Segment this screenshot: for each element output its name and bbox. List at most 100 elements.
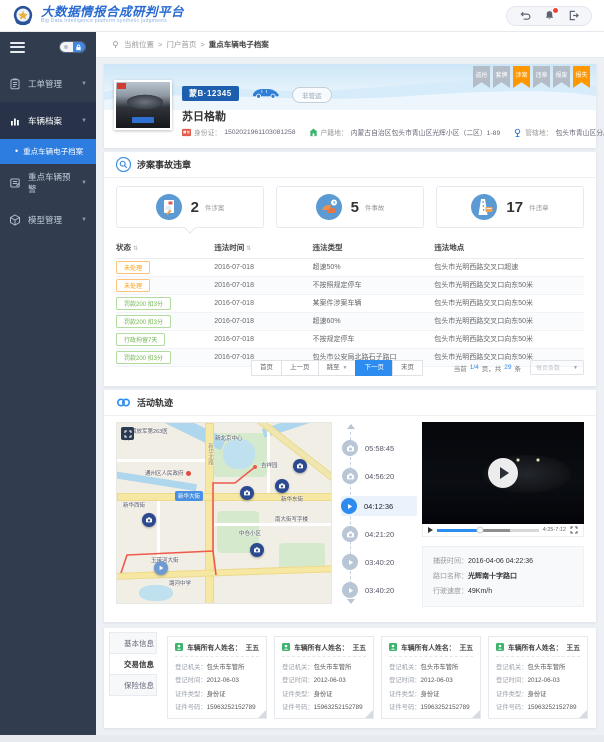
lock-toggle[interactable]: [59, 41, 86, 53]
capture-details: 捕获时间：2016-04-06 04:22:36 路口名称：光辉南十字路口 行驶…: [422, 546, 584, 607]
table-row[interactable]: 行政拘留7天 2016-07-018 不按规定停车 包头市光明西路交叉口向东50…: [116, 330, 584, 348]
page-first-button[interactable]: 首页: [251, 360, 282, 376]
undo-icon[interactable]: [519, 10, 531, 22]
breadcrumb-current: 重点车辆电子档案: [209, 39, 269, 50]
status-badge: 未处理: [116, 279, 150, 292]
cell-type: 某案件涉案车辆: [313, 294, 435, 312]
camera-marker[interactable]: [240, 486, 254, 500]
timeline-item[interactable]: 03:40:20: [342, 554, 418, 570]
owner-card[interactable]: 车辆所有人姓名：王五 登记机关：包头市车管所 登记时间：2012-06-03 证…: [488, 636, 588, 719]
table-row[interactable]: 未处理 2016-07-018 不按照规定停车 包头市光明西路交叉口向东50米: [116, 276, 584, 294]
sidebar-subitem-key-vehicle-archive[interactable]: • 重点车辆电子档案: [0, 139, 96, 164]
video-frame[interactable]: [422, 422, 584, 524]
tab-transaction-info[interactable]: 交易信息: [109, 653, 157, 675]
stat-unit: 件事故: [365, 202, 385, 212]
table-row[interactable]: 未处理 2016-07-018 超速50% 包头市光明西路交叉口超速: [116, 258, 584, 276]
owner-card[interactable]: 车辆所有人姓名：王五 登记机关：包头市车管所 登记时间：2012-06-03 证…: [274, 636, 374, 719]
camera-icon: [342, 440, 358, 456]
chevron-down-icon: ▼: [81, 180, 87, 186]
camera-icon: [342, 468, 358, 484]
track-timeline: 05:58:45 04:56:20 04:12:36 04:21:20 03:4…: [342, 422, 418, 604]
arrow-up-icon: [347, 424, 355, 429]
owner-field: 证件号码：15963252152789: [282, 702, 366, 711]
search-badge-icon: [116, 157, 131, 172]
col-header-time[interactable]: 违法时间⇅: [214, 238, 312, 258]
owner-name: 苏日格勒: [182, 108, 226, 124]
camera-marker[interactable]: [250, 543, 264, 557]
owner-card-header: 车辆所有人姓名：王五: [496, 642, 580, 657]
map-road-label: 新华北路: [206, 443, 214, 465]
page-next-button[interactable]: 下一页: [355, 360, 393, 376]
jurisdiction-value: 包头市青山区分局光辉小区派出所: [555, 127, 604, 137]
page-size-select[interactable]: 每页条数 ▼: [530, 360, 584, 375]
play-icon: [342, 582, 358, 598]
notification-icon[interactable]: [543, 10, 555, 22]
home-icon: [309, 128, 318, 137]
police-badge-logo: [12, 5, 34, 27]
sidebar-item-work-orders[interactable]: 工单管理 ▼: [0, 65, 96, 102]
fullscreen-icon[interactable]: [570, 526, 578, 534]
track-section-title: 活动轨迹: [137, 396, 173, 409]
intersection-row: 路口名称：光辉南十字路口: [433, 569, 573, 584]
stat-card-violations[interactable]: 17 件违章: [436, 186, 584, 228]
info-section: 基本信息 交易信息 保险信息 车辆所有人姓名：王五 登记机关：包头市车管所 登记…: [104, 628, 596, 728]
cell-place: 包头市光明西路交叉口向东50米: [434, 294, 584, 312]
owner-card[interactable]: 车辆所有人姓名：王五 登记机关：包头市车管所 登记时间：2012-06-03 证…: [381, 636, 481, 719]
video-controls: 4:25-7:12: [422, 524, 584, 537]
stat-card-accidents[interactable]: 5 件事故: [276, 186, 424, 228]
breadcrumb-home[interactable]: 门户首页: [166, 39, 196, 50]
progress-handle[interactable]: [476, 527, 483, 534]
timeline-item[interactable]: 05:58:45: [342, 440, 418, 456]
video-marker[interactable]: [154, 561, 168, 575]
table-row[interactable]: 罚款200 扣3分 2016-07-018 超速60% 包头市光明西路交叉口向东…: [116, 312, 584, 330]
stat-value: 2: [191, 199, 199, 216]
sidebar: 工单管理 ▼ 车辆档案 ▼ • 重点车辆电子档案 重点车辆预警 ▼ 模型管理 ▼: [0, 32, 96, 735]
map-label: 中仓小区: [239, 529, 261, 537]
owner-field: 登记时间：2012-06-03: [175, 675, 259, 684]
photo-flag-sticker: [117, 83, 126, 89]
timeline-item[interactable]: 03:40:20: [342, 582, 418, 598]
timeline-item[interactable]: 04:21:20: [342, 526, 418, 542]
video-play-button[interactable]: [488, 458, 518, 488]
play-icon: [342, 554, 358, 570]
stat-card-cases[interactable]: 2 件涉案: [116, 186, 264, 228]
camera-marker[interactable]: [293, 459, 307, 473]
status-badge: 罚款200 扣3分: [116, 297, 171, 310]
sidebar-item-model-management[interactable]: 模型管理 ▼: [0, 201, 96, 238]
logout-icon[interactable]: [567, 10, 579, 22]
timeline-time: 04:56:20: [365, 472, 394, 481]
vehicle-photo[interactable]: [114, 80, 172, 130]
case-file-icon: [156, 194, 182, 220]
timeline-item-active[interactable]: 04:12:36: [341, 496, 417, 516]
table-row[interactable]: 罚款200 扣3分 2016-07-018 某案件涉案车辆 包头市光明西路交叉口…: [116, 294, 584, 312]
timeline-item[interactable]: 04:56:20: [342, 468, 418, 484]
owner-card[interactable]: 车辆所有人姓名：王五 登记机关：包头市车管所 登记时间：2012-06-03 证…: [167, 636, 267, 719]
map-view[interactable]: 解放军第263医院 新北京中心 通州区人民政府 新华北路 新华大街 新华西街 新…: [116, 422, 332, 604]
page-jump-select[interactable]: 跳至▼: [318, 360, 357, 376]
video-progress-bar[interactable]: [437, 529, 539, 532]
sort-icon: ⇅: [133, 246, 138, 252]
tab-basic-info[interactable]: 基本信息: [109, 632, 157, 654]
location-pin-icon: [111, 40, 120, 49]
link-icon: [116, 395, 131, 410]
menu-collapse-icon[interactable]: [10, 42, 25, 53]
owner-field: 证件号码：15963252152789: [175, 702, 259, 711]
owner-field: 证件类型：身份证: [282, 689, 366, 698]
id-label: 身份证：: [194, 127, 221, 137]
col-header-status[interactable]: 状态⇅: [116, 238, 214, 258]
page-prev-button[interactable]: 上一页: [281, 360, 319, 376]
sidebar-item-vehicle-warning[interactable]: 重点车辆预警 ▼: [0, 164, 96, 201]
id-number-pair: 身份证：1502021961103081258: [182, 127, 296, 137]
cell-place: 包头市光明西路交叉口向东50米: [434, 312, 584, 330]
page-last-button[interactable]: 末页: [392, 360, 423, 376]
cell-time: 2016-07-018: [214, 258, 312, 276]
tab-insurance-info[interactable]: 保险信息: [109, 674, 157, 696]
sidebar-item-vehicle-archive[interactable]: 车辆档案 ▼: [0, 102, 96, 139]
play-icon[interactable]: [428, 527, 433, 533]
map-expand-icon[interactable]: [121, 427, 134, 440]
status-ribbon-active: 报失: [573, 66, 590, 88]
camera-marker[interactable]: [142, 513, 156, 527]
status-ribbon: 违章: [533, 66, 550, 88]
camera-marker[interactable]: [275, 479, 289, 493]
map-label: 潞河中学: [169, 579, 191, 587]
